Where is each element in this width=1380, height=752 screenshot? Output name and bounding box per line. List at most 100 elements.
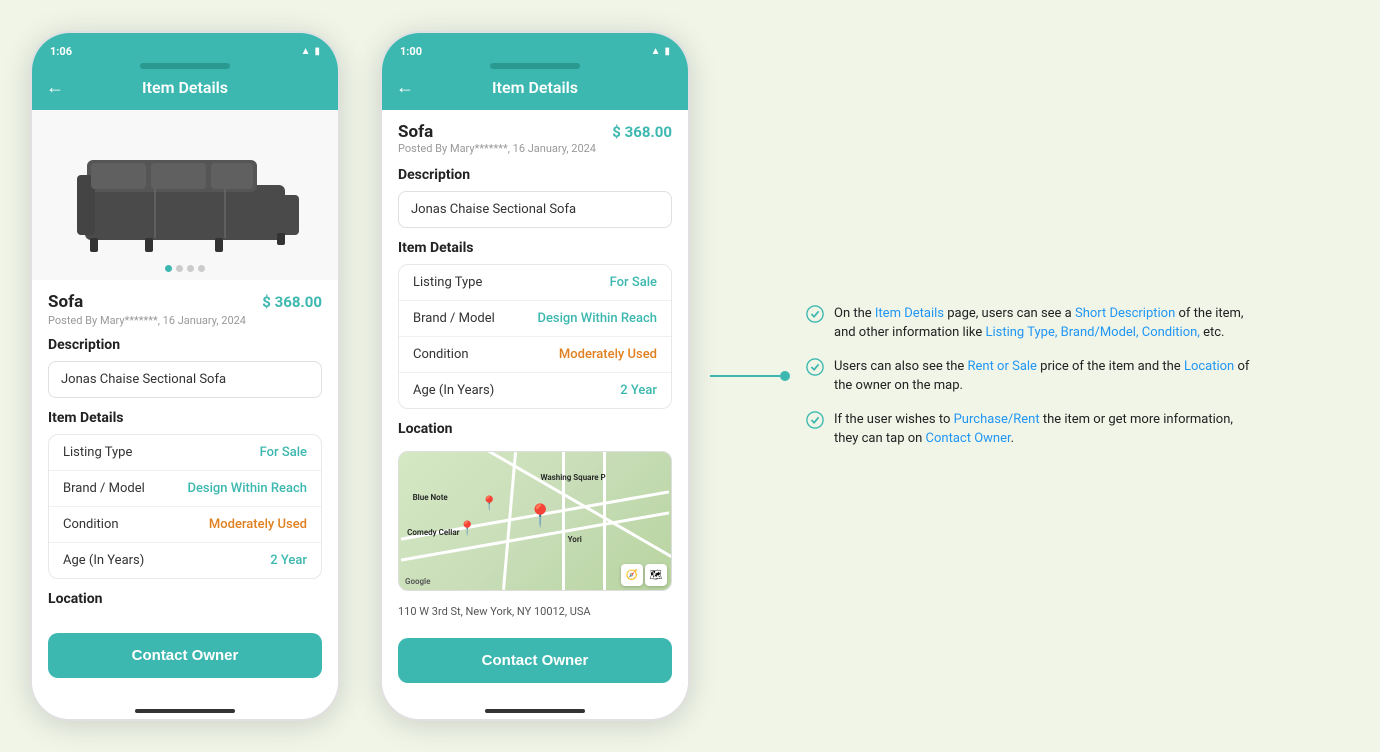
p2-price: $ 368.00 bbox=[612, 123, 672, 141]
map-label-yori: Yori bbox=[568, 535, 582, 544]
status-bar-2: 1:00 ▲ ▮ bbox=[382, 33, 688, 61]
p2-detail-val-2: Moderately Used bbox=[559, 347, 657, 362]
item-title-1: Sofa bbox=[48, 292, 83, 312]
google-watermark: Google bbox=[405, 577, 430, 586]
phone2-bottom bbox=[382, 703, 688, 719]
home-indicator-1 bbox=[135, 709, 235, 713]
small-pin-1: 📍 bbox=[481, 496, 498, 512]
map-label-comedy-cellar: Comedy Cellar bbox=[407, 528, 459, 537]
h-line bbox=[710, 375, 780, 377]
detail-val-1: Design Within Reach bbox=[187, 481, 307, 496]
dot-2 bbox=[176, 265, 183, 272]
battery-icon-2: ▮ bbox=[664, 46, 670, 57]
annotations-panel: On the Item Details page, users can see … bbox=[806, 304, 1256, 449]
map-address: 110 W 3rd St, New York, NY 10012, USA bbox=[382, 599, 688, 628]
connector-area: On the Item Details page, users can see … bbox=[710, 304, 1256, 449]
detail-key-0: Listing Type bbox=[63, 445, 132, 460]
detail-key-2: Condition bbox=[63, 517, 119, 532]
dot-4 bbox=[198, 265, 205, 272]
map-controls: 🧭 🗺 bbox=[621, 564, 667, 586]
detail-row-age: Age (In Years) 2 Year bbox=[49, 543, 321, 578]
phone1-content: Sofa $ 368.00 Posted By Mary*******, 16 … bbox=[32, 110, 338, 703]
location-label-2: Location bbox=[398, 421, 672, 437]
map-inner: Blue Note Washing Square P Comedy Cellar… bbox=[399, 452, 671, 590]
dot-1 bbox=[165, 265, 172, 272]
detail-key-1: Brand / Model bbox=[63, 481, 145, 496]
p2-detail-row-condition: Condition Moderately Used bbox=[399, 337, 671, 373]
contact-owner-btn-2[interactable]: Contact Owner bbox=[398, 638, 672, 683]
p2-detail-key-3: Age (In Years) bbox=[413, 383, 494, 398]
p2-detail-key-2: Condition bbox=[413, 347, 469, 362]
detail-val-2: Moderately Used bbox=[209, 517, 307, 532]
details-box-2: Listing Type For Sale Brand / Model Desi… bbox=[398, 264, 672, 409]
header-title-2: Item Details bbox=[492, 78, 578, 97]
header-2: ← Item Details bbox=[382, 69, 688, 110]
notch-2 bbox=[382, 61, 688, 69]
map-label-washing-square: Washing Square P bbox=[540, 473, 605, 482]
sofa-image-container bbox=[32, 110, 338, 280]
item-title-row-1: Sofa $ 368.00 bbox=[48, 292, 322, 312]
wifi-icon-2: ▲ bbox=[651, 46, 661, 57]
posted-by-1: Posted By Mary*******, 16 January, 2024 bbox=[48, 314, 322, 327]
desc-box-2: Jonas Chaise Sectional Sofa bbox=[398, 191, 672, 228]
sofa-image bbox=[65, 130, 305, 260]
check-icon-3 bbox=[806, 411, 824, 429]
back-arrow-1[interactable]: ← bbox=[46, 77, 64, 98]
p2-detail-key-1: Brand / Model bbox=[413, 311, 495, 326]
p2-title: Sofa bbox=[398, 122, 433, 142]
status-icons-1: ▲ ▮ bbox=[301, 46, 320, 57]
contact-owner-btn-1[interactable]: Contact Owner bbox=[48, 633, 322, 678]
detail-val-3: 2 Year bbox=[270, 553, 307, 568]
desc-label-2: Description bbox=[398, 167, 672, 183]
p2-detail-row-brand: Brand / Model Design Within Reach bbox=[399, 301, 671, 337]
p2-posted: Posted By Mary*******, 16 January, 2024 bbox=[398, 142, 672, 155]
check-icon-1 bbox=[806, 305, 824, 323]
p2-detail-val-0: For Sale bbox=[610, 275, 657, 290]
annotation-text-1: On the Item Details page, users can see … bbox=[834, 304, 1256, 343]
wifi-icon: ▲ bbox=[301, 46, 311, 57]
back-arrow-2[interactable]: ← bbox=[396, 77, 414, 98]
time-2: 1:00 bbox=[400, 45, 422, 58]
check-icon-2 bbox=[806, 358, 824, 376]
dot-3 bbox=[187, 265, 194, 272]
p2-detail-row-listing: Listing Type For Sale bbox=[399, 265, 671, 301]
time-1: 1:06 bbox=[50, 45, 72, 58]
p2-detail-key-0: Listing Type bbox=[413, 275, 482, 290]
details-box-1: Listing Type For Sale Brand / Model Desi… bbox=[48, 434, 322, 579]
small-pin-2: 📍 bbox=[459, 521, 476, 537]
p2-title-row: Sofa $ 368.00 bbox=[398, 122, 672, 142]
detail-row-condition: Condition Moderately Used bbox=[49, 507, 321, 543]
image-dots bbox=[165, 265, 205, 272]
battery-icon: ▮ bbox=[314, 46, 320, 57]
description-label-1: Description bbox=[48, 337, 322, 353]
detail-key-3: Age (In Years) bbox=[63, 553, 144, 568]
item-price-1: $ 368.00 bbox=[262, 293, 322, 311]
annotation-1: On the Item Details page, users can see … bbox=[806, 304, 1256, 343]
annotation-2: Users can also see the Rent or Sale pric… bbox=[806, 357, 1256, 396]
main-map-pin: 📍 bbox=[527, 504, 554, 529]
map-directions-icon[interactable]: 🧭 bbox=[621, 564, 643, 586]
details-label-2: Item Details bbox=[398, 240, 672, 256]
status-bar-1: 1:06 ▲ ▮ bbox=[32, 33, 338, 61]
map-expand-icon[interactable]: 🗺 bbox=[645, 564, 667, 586]
phone-1: 1:06 ▲ ▮ ← Item Details bbox=[30, 31, 340, 721]
phone-2: 1:00 ▲ ▮ ← Item Details Sofa $ 368.00 Po… bbox=[380, 31, 690, 721]
annotation-3: If the user wishes to Purchase/Rent the … bbox=[806, 410, 1256, 449]
end-dot bbox=[780, 371, 790, 381]
p2-detail-row-age: Age (In Years) 2 Year bbox=[399, 373, 671, 408]
status-icons-2: ▲ ▮ bbox=[651, 46, 670, 57]
header-title-1: Item Details bbox=[142, 78, 228, 97]
p2-detail-val-1: Design Within Reach bbox=[537, 311, 657, 326]
location-label-1: Location bbox=[48, 591, 322, 607]
p2-top: Sofa $ 368.00 Posted By Mary*******, 16 … bbox=[382, 110, 688, 451]
map-label-blue-note: Blue Note bbox=[413, 493, 448, 502]
notch-1 bbox=[32, 61, 338, 69]
item-info-section-1: Sofa $ 368.00 Posted By Mary*******, 16 … bbox=[32, 280, 338, 623]
p2-detail-val-3: 2 Year bbox=[620, 383, 657, 398]
detail-val-0: For Sale bbox=[260, 445, 307, 460]
phone2-content: Sofa $ 368.00 Posted By Mary*******, 16 … bbox=[382, 110, 688, 703]
item-details-label-1: Item Details bbox=[48, 410, 322, 426]
detail-row-listing: Listing Type For Sale bbox=[49, 435, 321, 471]
home-indicator-2 bbox=[485, 709, 585, 713]
map-container[interactable]: Blue Note Washing Square P Comedy Cellar… bbox=[398, 451, 672, 591]
